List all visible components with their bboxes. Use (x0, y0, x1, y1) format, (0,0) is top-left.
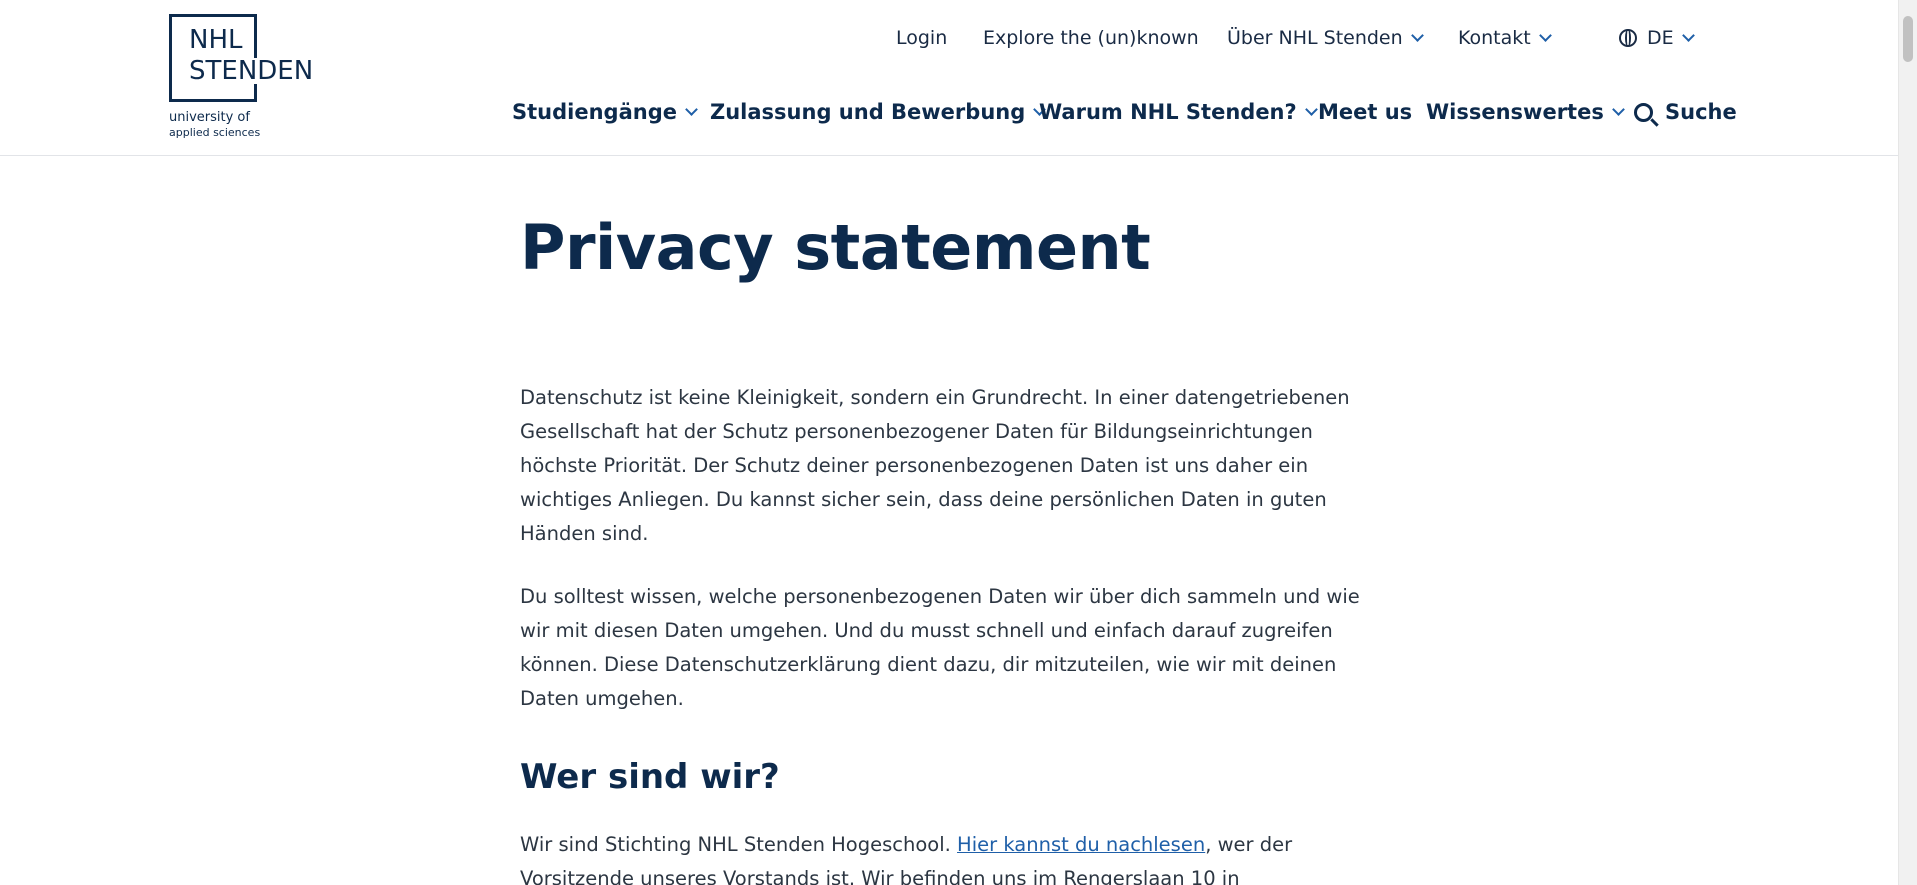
main-content: Privacy statement Datenschutz ist keine … (520, 156, 1380, 885)
nav-why[interactable]: Warum NHL Stenden? (1039, 100, 1318, 124)
top-nav-language-wrap: DE (1619, 24, 1695, 52)
language-selector[interactable]: DE (1619, 27, 1695, 49)
contact-menu-label: Kontakt (1458, 27, 1531, 49)
main-nav-studies-wrap: Studiengänge (512, 97, 698, 127)
top-nav-contact-wrap: Kontakt (1458, 24, 1552, 52)
search-button[interactable]: Suche (1634, 100, 1737, 124)
chevron-down-icon (1611, 103, 1625, 116)
vertical-scrollbar[interactable] (1898, 0, 1917, 885)
chevron-down-icon (1681, 29, 1695, 42)
nav-knowledge-label: Wissenswertes (1426, 100, 1604, 124)
logo-subtitle-1: university of (169, 110, 250, 125)
info-paragraph: Du solltest wissen, welche personenbezog… (520, 585, 1360, 710)
who-we-are-text-1: Wir sind Stichting NHL Stenden Hogeschoo… (520, 833, 958, 856)
logo-subtitle-2: applied sciences (169, 126, 261, 139)
nav-meet-us[interactable]: Meet us (1318, 100, 1412, 124)
search-icon (1634, 102, 1653, 122)
chevron-down-icon (685, 103, 698, 116)
main-nav-why-wrap: Warum NHL Stenden? (1039, 97, 1318, 127)
top-nav-explore-wrap: Explore the (un)known (983, 24, 1199, 52)
contact-menu[interactable]: Kontakt (1458, 27, 1552, 49)
main-nav-meet-wrap: Meet us (1318, 97, 1412, 127)
nav-knowledge[interactable]: Wissenswertes (1426, 100, 1625, 124)
globe-icon (1619, 29, 1637, 47)
logo-text-nhl: NHL (189, 25, 243, 55)
read-here-link[interactable]: Hier kannst du nachlesen (957, 833, 1205, 856)
about-menu-label: Über NHL Stenden (1227, 27, 1403, 49)
nav-why-label: Warum NHL Stenden? (1039, 100, 1297, 124)
page-title: Privacy statement (520, 211, 1151, 284)
language-label: DE (1647, 27, 1674, 49)
chevron-down-icon (1410, 29, 1424, 42)
logo-text-stenden: STENDEN (189, 56, 316, 86)
nav-studies[interactable]: Studiengänge (512, 100, 698, 124)
explore-link[interactable]: Explore the (un)known (983, 27, 1199, 49)
intro-paragraph: Datenschutz ist keine Kleinigkeit, sonde… (520, 386, 1350, 545)
who-we-are-paragraph: Wir sind Stichting NHL Stenden Hogeschoo… (520, 828, 1380, 885)
site-header: NHL STENDEN university of applied scienc… (0, 0, 1898, 156)
main-nav-admission-wrap: Zulassung und Bewerbung (710, 97, 1047, 127)
chevron-down-icon (1538, 29, 1552, 42)
top-nav-about-wrap: Über NHL Stenden (1227, 24, 1424, 52)
about-menu[interactable]: Über NHL Stenden (1227, 27, 1424, 49)
section-heading-who-we-are: Wer sind wir? (520, 757, 780, 797)
main-nav-knowledge-wrap: Wissenswertes (1426, 97, 1625, 127)
nav-admission-label: Zulassung und Bewerbung (710, 100, 1026, 124)
chevron-down-icon (1304, 103, 1318, 116)
scrollbar-thumb[interactable] (1903, 16, 1913, 62)
main-nav-search-wrap: Suche (1634, 97, 1737, 127)
search-label: Suche (1665, 100, 1737, 124)
top-nav-login-wrap: Login (896, 24, 947, 52)
nav-admission[interactable]: Zulassung und Bewerbung (710, 100, 1047, 124)
nav-studies-label: Studiengänge (512, 100, 677, 124)
nhl-stenden-logo[interactable]: NHL STENDEN university of applied scienc… (169, 14, 319, 142)
login-link[interactable]: Login (896, 27, 947, 49)
